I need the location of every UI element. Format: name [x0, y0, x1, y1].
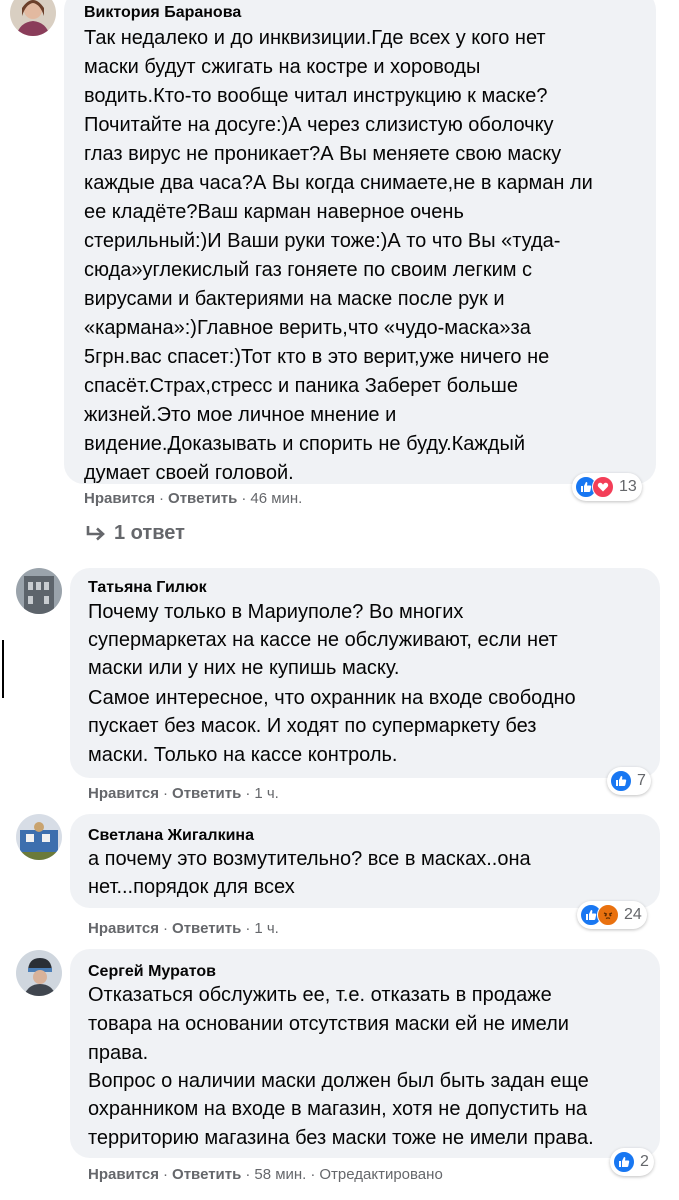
comment-text-line: территорию магазина без маски тоже не им…: [88, 1127, 594, 1149]
comment-text-line: товара на основании отсутствия маски ей …: [88, 1013, 569, 1035]
comment-text-line: маски или у них не купишь маску.: [88, 657, 400, 679]
comment-text-line: пускает без масок. И ходят по супермарке…: [88, 715, 537, 737]
comment-text-line: спасёт.Страх,стресс и паника Заберет бол…: [84, 375, 518, 397]
comment-text-line: маски будут сжигать на костре и хороводы: [84, 56, 481, 78]
comment-author[interactable]: Светлана Жигалкина: [88, 826, 254, 846]
reactions-summary[interactable]: 7: [607, 767, 651, 795]
separator: ·: [245, 1166, 251, 1183]
comment-actions: Нравится · Ответить · 1 ч.: [88, 785, 279, 803]
separator: ·: [241, 490, 247, 507]
like-button[interactable]: Нравится: [88, 785, 159, 802]
avatar[interactable]: [10, 0, 56, 36]
comment-text-line: охранником на входе в магазин, хотя не д…: [88, 1098, 588, 1120]
reactions-summary[interactable]: 13: [572, 473, 642, 501]
reply-button[interactable]: Ответить: [172, 1166, 241, 1183]
comment-text-line: сюда»углекислый газ гоняете по своим лег…: [84, 259, 533, 281]
comment-text-line: каждые два часа?А Вы когда снимаете,не в…: [84, 172, 593, 194]
comment-text-line: нет...порядок для всех: [88, 876, 295, 898]
like-button[interactable]: Нравится: [88, 1166, 159, 1183]
view-replies-button[interactable]: 1 ответ: [84, 522, 185, 545]
comment-text-line: Вопрос о наличии маски должен был быть з…: [88, 1070, 589, 1092]
love-icon: [592, 476, 614, 498]
comment-author[interactable]: Виктория Баранова: [84, 3, 241, 23]
comment-text-line: вирусами и бактериями на маске после рук…: [84, 288, 505, 310]
replies-count-label[interactable]: 1 ответ: [114, 522, 185, 545]
comment-text-line: Самое интересное, что охранник на входе …: [88, 687, 576, 709]
comment-text-line: глаз вирус не проникает?А Вы меняете сво…: [84, 143, 562, 165]
separator: ·: [163, 920, 169, 937]
separator: ·: [245, 785, 251, 802]
separator: ·: [159, 490, 165, 507]
comment-text-line: думает своей головой.: [84, 462, 294, 484]
comment-actions: Нравится · Ответить · 1 ч.: [88, 920, 279, 938]
avatar[interactable]: [16, 814, 62, 860]
comment-text-line: водить.Кто-то вообще читал инструкцию к …: [84, 85, 548, 107]
comment-text-line: права.: [88, 1042, 149, 1064]
edited-label: Отредактировано: [319, 1166, 443, 1183]
comment-text-line: 5грн.вас спасет:)Тот кто в это верит,уже…: [84, 346, 550, 368]
timestamp[interactable]: 46 мин.: [250, 490, 302, 507]
comment-text-line: Так недалеко и до инквизиции.Где всех у …: [84, 27, 546, 49]
timestamp[interactable]: 1 ч.: [254, 920, 279, 937]
angry-icon: [597, 904, 619, 926]
like-icon: [610, 770, 632, 792]
comment-text-line: Почему только в Мариуполе? Во многих: [88, 601, 464, 623]
reaction-count: 7: [637, 772, 646, 789]
comment-text-line: жизней.Это мое личное мнение и: [84, 404, 397, 426]
separator: ·: [245, 920, 251, 937]
comment-text-line: супермаркетах на кассе не обслуживают, е…: [88, 629, 558, 651]
comment-actions: Нравится · Ответить · 58 мин. · Отредактирован…: [88, 1166, 443, 1184]
like-button[interactable]: Нравится: [88, 920, 159, 937]
comment-text-line: а почему это возмутительно? все в масках…: [88, 848, 531, 870]
comment-text-line: Отказаться обслужить ее, т.е. отказать в…: [88, 984, 552, 1006]
avatar[interactable]: [16, 568, 62, 614]
reaction-count: 2: [640, 1153, 649, 1170]
separator: ·: [163, 785, 169, 802]
comment-text-line: маски. Только на кассе контроль.: [88, 744, 398, 766]
comment-text-line: Почитайте на досуге:)А через слизистую о…: [84, 114, 554, 136]
comment-actions: Нравится · Ответить · 46 мин.: [84, 490, 302, 508]
avatar[interactable]: [16, 950, 62, 996]
comment-text-line: стерильный:)И Ваши руки тоже:)А то что В…: [84, 230, 561, 252]
reply-button[interactable]: Ответить: [172, 920, 241, 937]
like-button[interactable]: Нравится: [84, 490, 155, 507]
reactions-summary[interactable]: 24: [577, 901, 647, 929]
reply-button[interactable]: Ответить: [172, 785, 241, 802]
reaction-count: 24: [624, 906, 642, 923]
reactions-summary[interactable]: 2: [610, 1148, 654, 1176]
comment-text-line: видение.Доказывать и спорить не буду.Каж…: [84, 433, 526, 455]
separator: ·: [310, 1166, 316, 1183]
reply-arrow-icon: [86, 525, 105, 540]
like-icon: [613, 1151, 635, 1173]
text-cursor: [2, 640, 4, 698]
timestamp[interactable]: 1 ч.: [254, 785, 279, 802]
comment-author[interactable]: Сергей Муратов: [88, 962, 216, 982]
comment-author[interactable]: Татьяна Гилюк: [88, 578, 207, 598]
separator: ·: [163, 1166, 169, 1183]
comment-text-line: ее кладёте?Ваш карман наверное очень: [84, 201, 464, 223]
comment-text-line: «кармана»:)Главное верить,что «чудо-маск…: [84, 317, 531, 339]
reaction-count: 13: [619, 478, 637, 495]
timestamp[interactable]: 58 мин.: [254, 1166, 306, 1183]
reply-button[interactable]: Ответить: [168, 490, 237, 507]
